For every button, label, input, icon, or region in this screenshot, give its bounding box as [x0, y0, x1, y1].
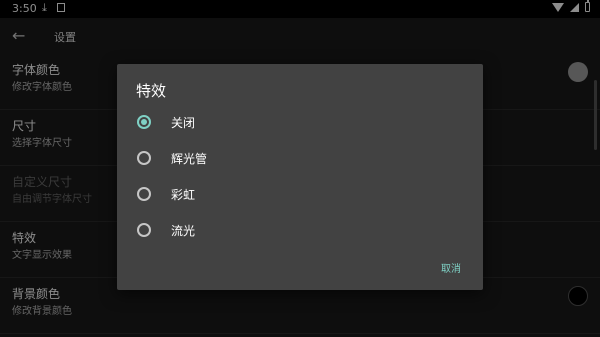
radio-unchecked-icon[interactable]: [137, 187, 151, 201]
cancel-button[interactable]: 取消: [441, 260, 461, 275]
option-label: 流光: [171, 224, 196, 238]
option-flowing-light[interactable]: 流光: [135, 217, 435, 245]
option-label: 关闭: [171, 116, 196, 130]
radio-checked-icon[interactable]: [137, 115, 151, 129]
radio-unchecked-icon[interactable]: [137, 223, 151, 237]
option-rainbow[interactable]: 彩虹: [135, 181, 435, 209]
radio-unchecked-icon[interactable]: [137, 151, 151, 165]
option-label: 彩虹: [171, 188, 196, 202]
dialog-title: 特效: [136, 82, 167, 100]
option-off[interactable]: 关闭: [135, 109, 435, 137]
effects-dialog: 特效 关闭 辉光管 彩虹 流光 取消: [117, 64, 483, 290]
option-nixie-tube[interactable]: 辉光管: [135, 145, 435, 173]
option-label: 辉光管: [171, 152, 208, 166]
